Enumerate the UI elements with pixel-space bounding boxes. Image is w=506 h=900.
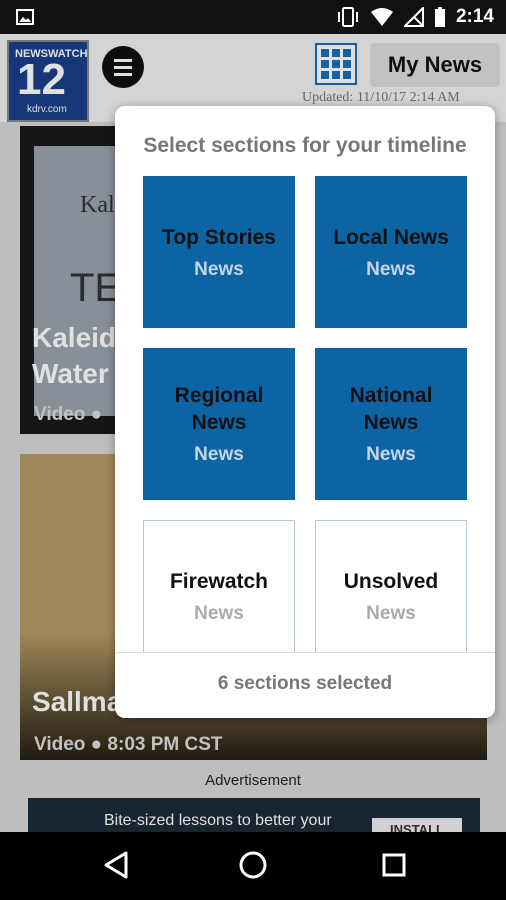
vibrate-icon bbox=[337, 7, 358, 27]
wifi-icon bbox=[370, 8, 393, 26]
back-icon[interactable] bbox=[102, 850, 130, 880]
tile-sub: News bbox=[194, 444, 244, 465]
tile-unsolved[interactable]: Unsolved News bbox=[315, 520, 467, 652]
home-icon[interactable] bbox=[238, 850, 268, 880]
system-nav-bar bbox=[0, 832, 506, 900]
tile-name: National News bbox=[349, 384, 433, 434]
battery-icon bbox=[434, 7, 445, 27]
tile-sub: News bbox=[194, 602, 244, 624]
tile-name: Local News bbox=[333, 225, 449, 249]
no-signal-icon bbox=[403, 7, 424, 27]
tile-name: Unsolved bbox=[343, 569, 439, 593]
section-tiles: Top Stories News Local News News Regiona… bbox=[143, 176, 467, 652]
tile-firewatch[interactable]: Firewatch News bbox=[143, 520, 295, 652]
section-picker-dialog: Select sections for your timeline Top St… bbox=[115, 106, 495, 718]
tile-local-news[interactable]: Local News News bbox=[315, 176, 467, 328]
image-notification-icon bbox=[16, 9, 34, 25]
tile-name: Regional News bbox=[174, 384, 264, 434]
tile-national-news[interactable]: National News News bbox=[315, 348, 467, 500]
selection-count: 6 sections selected bbox=[115, 652, 495, 718]
tile-sub: News bbox=[366, 258, 416, 280]
tile-top-stories[interactable]: Top Stories News bbox=[143, 176, 295, 328]
tile-sub: News bbox=[366, 602, 416, 624]
tile-name: Firewatch bbox=[169, 569, 269, 593]
tile-sub: News bbox=[366, 444, 416, 465]
clock: 2:14 bbox=[455, 6, 494, 27]
tile-regional-news[interactable]: Regional News News bbox=[143, 348, 295, 500]
dialog-title: Select sections for your timeline bbox=[143, 134, 467, 157]
tile-name: Top Stories bbox=[162, 225, 276, 249]
status-bar: 2:14 bbox=[0, 0, 506, 34]
tile-sub: News bbox=[194, 258, 244, 280]
recents-icon[interactable] bbox=[381, 850, 407, 880]
